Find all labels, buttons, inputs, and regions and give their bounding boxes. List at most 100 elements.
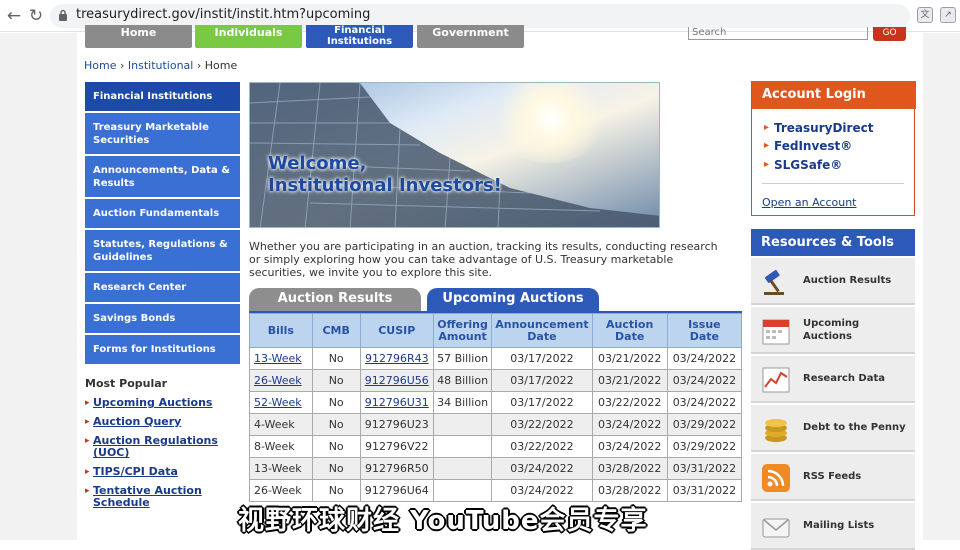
bill-link[interactable]: 52-Week — [254, 396, 302, 409]
search-go-button[interactable]: GO — [873, 27, 906, 41]
nav-auction-fundamentals[interactable]: Auction Fundamentals — [85, 199, 240, 228]
login-fedinvest[interactable]: FedInvest® — [764, 139, 852, 153]
cmb-cell: No — [311, 391, 361, 414]
cusip-cell: 912796U64 — [359, 479, 434, 502]
welcome-banner: Welcome, Institutional Investors! — [249, 82, 660, 228]
tab-individuals[interactable]: Individuals — [195, 25, 302, 48]
popular-tips-cpi-data[interactable]: TIPS/CPI Data — [85, 466, 240, 479]
col-cusip: CUSIP — [359, 313, 434, 348]
table-row: 52-Week No 912796U31 34 Billion 03/17/20… — [249, 391, 742, 414]
auction-date-cell: 03/24/2022 — [591, 413, 668, 436]
url-text[interactable]: treasurydirect.gov/instit/instit.htm?upc… — [76, 7, 370, 22]
announcement-cell: 03/22/2022 — [491, 413, 593, 436]
cmb-cell: No — [311, 347, 361, 370]
resource-research-data[interactable]: Research Data — [751, 356, 915, 403]
resources-tools-title: Resources & Tools — [751, 229, 915, 256]
page-background: Home Individuals Financial Institutions … — [0, 25, 960, 550]
announcement-cell: 03/22/2022 — [491, 435, 593, 458]
breadcrumb-sep: › — [119, 59, 125, 72]
login-treasurydirect[interactable]: TreasuryDirect — [764, 121, 873, 135]
most-popular-title: Most Popular — [85, 377, 168, 390]
cmb-cell: No — [311, 369, 361, 392]
share-icon[interactable]: ↗ — [940, 7, 956, 23]
announcement-cell: 03/17/2022 — [491, 347, 593, 370]
left-navigation: Financial Institutions Treasury Marketab… — [85, 82, 240, 366]
cmb-cell: No — [311, 435, 361, 458]
resource-upcoming-auctions[interactable]: Upcoming Auctions — [751, 307, 915, 354]
breadcrumb: Home › Institutional › Home — [84, 59, 237, 72]
bill-cell: 26-Week — [249, 479, 313, 502]
translate-icon[interactable]: 文 — [917, 7, 933, 23]
nav-research-center[interactable]: Research Center — [85, 273, 240, 302]
resource-debt-to-the-penny[interactable]: Debt to the Penny — [751, 405, 915, 452]
tab-government[interactable]: Government — [417, 25, 524, 48]
bill-link[interactable]: 26-Week — [254, 374, 302, 387]
popular-auction-regulations[interactable]: Auction Regulations (UOC) — [85, 435, 240, 459]
tab-financial-institutions[interactable]: Financial Institutions — [306, 25, 413, 48]
cmb-cell: No — [311, 479, 361, 502]
popular-upcoming-auctions[interactable]: Upcoming Auctions — [85, 397, 240, 410]
auction-date-cell: 03/24/2022 — [591, 435, 668, 458]
mail-icon — [762, 518, 790, 538]
resource-label: RSS Feeds — [803, 471, 862, 482]
search-input[interactable]: Search — [688, 27, 868, 40]
popular-tentative-auction-schedule[interactable]: Tentative Auction Schedule — [85, 485, 240, 509]
issue-date-cell: 03/29/2022 — [666, 413, 742, 436]
col-offering-amount: Offering Amount — [432, 313, 493, 348]
offering-cell — [432, 413, 493, 436]
cusip-cell: 912796U23 — [359, 413, 434, 436]
popular-auction-query[interactable]: Auction Query — [85, 416, 240, 429]
announcement-cell: 03/24/2022 — [491, 457, 593, 480]
resource-label: Mailing Lists — [803, 520, 875, 531]
nav-treasury-marketable-securities[interactable]: Treasury Marketable Securities — [85, 113, 240, 154]
cusip-link[interactable]: 912796U56 — [365, 374, 429, 387]
open-account-link[interactable]: Open an Account — [762, 196, 857, 209]
login-slgsafe[interactable]: SLGSafe® — [764, 158, 842, 172]
nav-financial-institutions[interactable]: Financial Institutions — [85, 82, 240, 111]
nav-statutes-regulations[interactable]: Statutes, Regulations & Guidelines — [85, 230, 240, 271]
nav-forms-for-institutions[interactable]: Forms for Institutions — [85, 335, 240, 364]
nav-announcements-data-results[interactable]: Announcements, Data & Results — [85, 156, 240, 197]
resource-label: Auction Results — [803, 275, 892, 286]
tab-home[interactable]: Home — [85, 25, 192, 48]
col-auction-date: Auction Date — [591, 313, 668, 348]
bill-cell: 13-Week — [249, 457, 313, 480]
resource-mailing-lists[interactable]: Mailing Lists — [751, 503, 915, 550]
offering-cell: 57 Billion — [432, 347, 493, 370]
cusip-link[interactable]: 912796U31 — [365, 396, 429, 409]
table-row: 26-Week No 912796U64 03/24/2022 03/28/20… — [249, 479, 742, 502]
bill-link[interactable]: 13-Week — [254, 352, 302, 365]
table-row: 8-Week No 912796V22 03/22/2022 03/24/202… — [249, 435, 742, 458]
most-popular-list: Upcoming Auctions Auction Query Auction … — [85, 397, 240, 516]
back-icon[interactable]: ← — [4, 6, 24, 26]
offering-cell: 34 Billion — [432, 391, 493, 414]
resource-label: Research Data — [803, 373, 886, 384]
account-login-box: Account Login TreasuryDirect FedInvest® … — [751, 81, 916, 216]
tab-auction-results[interactable]: Auction Results — [249, 288, 421, 312]
table-row: 13-Week No 912796R43 57 Billion 03/17/20… — [249, 347, 742, 370]
announcement-cell: 03/17/2022 — [491, 369, 593, 392]
welcome-heading: Welcome, Institutional Investors! — [268, 153, 502, 196]
auction-date-cell: 03/21/2022 — [591, 347, 668, 370]
coins-icon — [765, 419, 787, 442]
cusip-link[interactable]: 912796R43 — [365, 352, 429, 365]
tab-upcoming-auctions[interactable]: Upcoming Auctions — [427, 288, 599, 312]
breadcrumb-home[interactable]: Home — [84, 59, 116, 72]
issue-date-cell: 03/31/2022 — [666, 479, 742, 502]
reload-icon[interactable]: ↻ — [26, 6, 46, 26]
resource-rss-feeds[interactable]: RSS Feeds — [751, 454, 915, 501]
announcement-cell: 03/17/2022 — [491, 391, 593, 414]
lock-icon — [59, 9, 67, 21]
resource-auction-results[interactable]: Auction Results — [751, 258, 915, 305]
calendar-icon — [762, 319, 790, 345]
breadcrumb-sep: › — [196, 59, 202, 72]
issue-date-cell: 03/24/2022 — [666, 347, 742, 370]
cmb-cell: No — [311, 457, 361, 480]
breadcrumb-institutional[interactable]: Institutional — [128, 59, 193, 72]
gavel-icon — [764, 269, 784, 295]
auction-date-cell: 03/28/2022 — [591, 457, 668, 480]
resource-label: Upcoming Auctions — [803, 318, 860, 342]
offering-cell — [432, 435, 493, 458]
nav-savings-bonds[interactable]: Savings Bonds — [85, 304, 240, 333]
cusip-cell: 912796R50 — [359, 457, 434, 480]
